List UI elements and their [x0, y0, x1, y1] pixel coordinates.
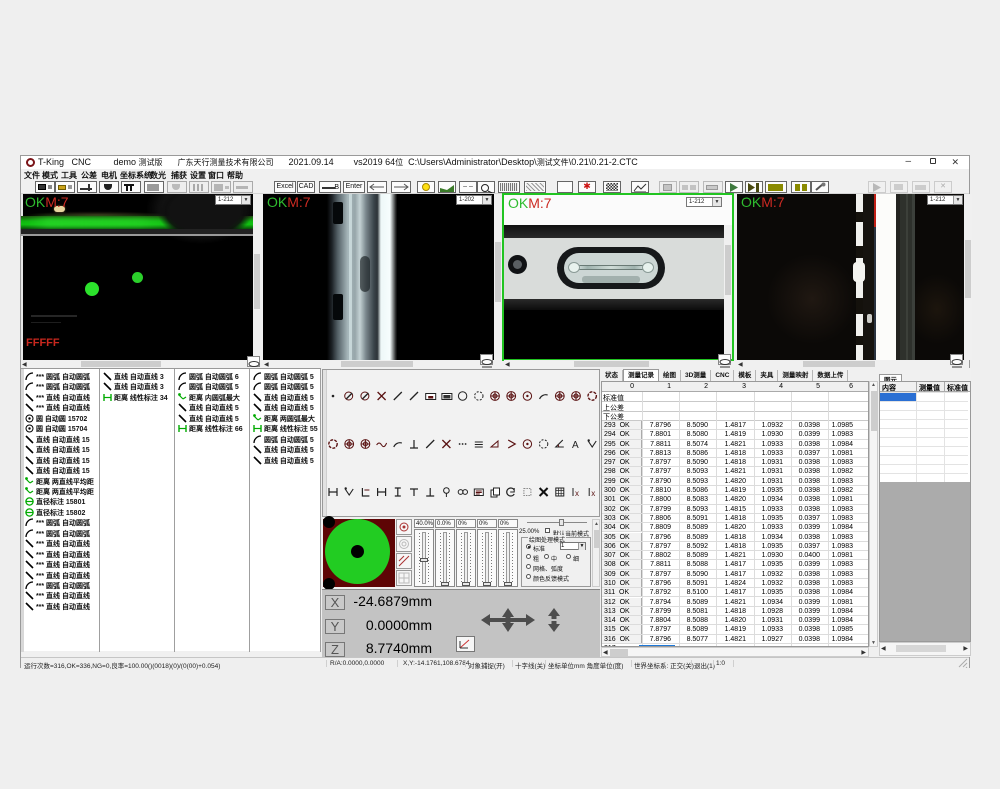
svg-text:A: A — [572, 440, 579, 451]
svg-text:x: x — [575, 489, 579, 498]
svg-text:x: x — [591, 489, 595, 498]
